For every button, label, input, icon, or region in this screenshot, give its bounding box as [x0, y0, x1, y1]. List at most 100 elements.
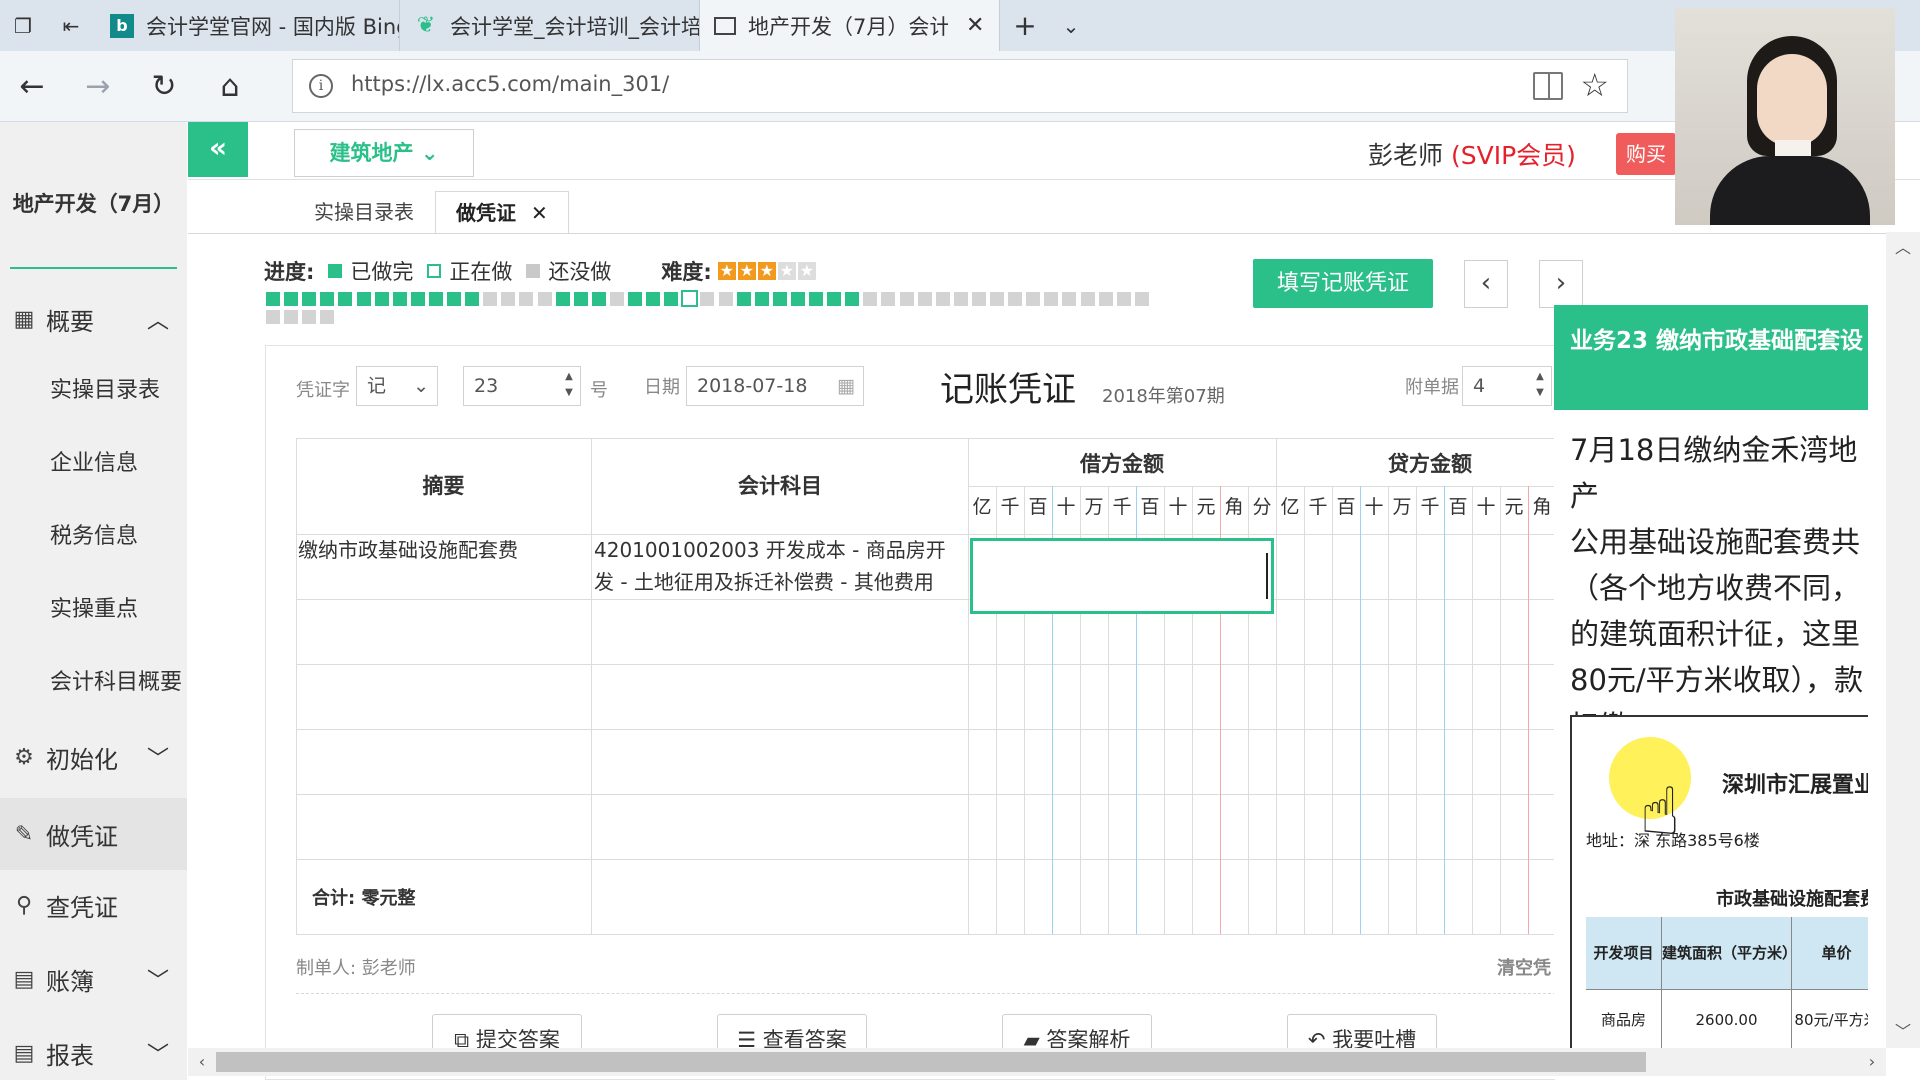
- chevron-right-icon[interactable]: ›: [1860, 1048, 1884, 1076]
- entry-account-line2[interactable]: 发 - 土地征用及拆迁补偿费 - 其他费用: [594, 566, 934, 598]
- buy-button[interactable]: 购买: [1616, 133, 1676, 175]
- progress-cell[interactable]: [284, 292, 299, 306]
- sidebar-item-query-voucher[interactable]: ⚲ 查凭证: [0, 869, 187, 941]
- progress-cell[interactable]: [447, 292, 461, 306]
- horizontal-scrollbar[interactable]: ‹ ›: [188, 1048, 1886, 1076]
- progress-cell[interactable]: [410, 292, 425, 306]
- progress-cell[interactable]: [519, 292, 534, 306]
- progress-cell[interactable]: [845, 292, 860, 306]
- chevron-left-icon[interactable]: ‹: [190, 1048, 214, 1076]
- reading-view-icon[interactable]: [1533, 72, 1563, 100]
- progress-cell[interactable]: [881, 292, 896, 306]
- sidebar-subitem-company[interactable]: 企业信息: [0, 428, 187, 500]
- progress-cell[interactable]: [1116, 292, 1131, 306]
- progress-cell[interactable]: [628, 292, 642, 306]
- progress-cell[interactable]: [1134, 292, 1149, 306]
- progress-cell[interactable]: [790, 292, 805, 306]
- progress-cell[interactable]: [700, 292, 715, 306]
- tab-catalog[interactable]: 实操目录表: [294, 191, 434, 234]
- progress-cell[interactable]: [302, 310, 317, 324]
- progress-cell[interactable]: [1080, 292, 1095, 306]
- refresh-icon[interactable]: ↻: [146, 69, 182, 105]
- progress-cell[interactable]: [809, 292, 823, 306]
- entry-summary[interactable]: 缴纳市政基础设施配套费: [298, 534, 518, 566]
- progress-cell[interactable]: [573, 292, 588, 306]
- new-tab-icon[interactable]: +: [1012, 12, 1038, 40]
- calendar-icon[interactable]: ▦: [837, 367, 855, 405]
- back-icon[interactable]: ←: [14, 69, 50, 105]
- browser-tab-active[interactable]: 地产开发（7月）会计做 ✕: [700, 0, 1000, 51]
- prev-button[interactable]: ‹: [1464, 260, 1508, 308]
- progress-cell[interactable]: [1026, 292, 1041, 306]
- progress-cell[interactable]: [374, 292, 389, 306]
- browser-tab-bing[interactable]: b 会计学堂官网 - 国内版 Bing: [96, 0, 400, 51]
- progress-cell[interactable]: [356, 292, 371, 306]
- sidebar-item-make-voucher[interactable]: ✎ 做凭证: [0, 798, 187, 870]
- progress-cell[interactable]: [718, 292, 733, 306]
- progress-cell[interactable]: [899, 292, 914, 306]
- progress-cell[interactable]: [266, 292, 280, 306]
- date-input[interactable]: 2018-07-18 ▦: [686, 366, 864, 406]
- progress-cell[interactable]: [465, 292, 480, 306]
- sidebar-subitem-accounts[interactable]: 会计科目概要: [0, 647, 187, 719]
- fill-voucher-button[interactable]: 填写记账凭证: [1253, 259, 1433, 308]
- progress-cell[interactable]: [736, 292, 751, 306]
- sidebar-item-init[interactable]: ⚙ 初始化 ﹀: [0, 721, 187, 793]
- progress-cell[interactable]: [591, 292, 606, 306]
- scroll-thumb[interactable]: [216, 1052, 1646, 1072]
- next-button[interactable]: ›: [1539, 260, 1583, 308]
- progress-cell[interactable]: [971, 292, 986, 306]
- close-tab-icon[interactable]: ✕: [966, 13, 984, 38]
- chevron-down-icon[interactable]: ﹀: [1886, 1020, 1920, 1044]
- collapse-sidebar-button[interactable]: «: [188, 122, 248, 177]
- sidebar-item-ledger[interactable]: ▤ 账簿 ﹀: [0, 943, 187, 1015]
- progress-cell[interactable]: [302, 292, 317, 306]
- attachment-count-stepper[interactable]: 4 ▲ ▼: [1462, 366, 1552, 406]
- progress-cell[interactable]: [953, 292, 968, 306]
- progress-cell[interactable]: [1044, 292, 1059, 306]
- progress-cell[interactable]: [935, 292, 950, 306]
- url-text[interactable]: https://lx.acc5.com/main_301/: [351, 72, 669, 96]
- vertical-scrollbar[interactable]: ︿ ﹀: [1886, 232, 1920, 1048]
- progress-cell[interactable]: [646, 292, 661, 306]
- tab-list-icon[interactable]: ❐: [10, 13, 36, 39]
- info-icon[interactable]: i: [309, 74, 333, 98]
- progress-cell[interactable]: [772, 292, 787, 306]
- progress-cell[interactable]: [284, 310, 299, 324]
- progress-cell[interactable]: [681, 290, 699, 307]
- progress-cell[interactable]: [266, 310, 280, 324]
- progress-cell[interactable]: [990, 292, 1004, 306]
- progress-cell[interactable]: [428, 292, 443, 306]
- progress-cell[interactable]: [609, 292, 624, 306]
- chevron-up-icon[interactable]: ︿: [1886, 236, 1920, 260]
- progress-cell[interactable]: [1008, 292, 1023, 306]
- voucher-number-stepper[interactable]: 23 ▲ ▼: [463, 366, 581, 406]
- progress-cell[interactable]: [501, 292, 516, 306]
- sidebar-subitem-catalog[interactable]: 实操目录表: [0, 355, 187, 427]
- progress-cell[interactable]: [863, 292, 878, 306]
- stepper-arrows-icon[interactable]: ▲ ▼: [1531, 369, 1549, 403]
- sidebar-item-report[interactable]: ▤ 报表 ﹀: [0, 1017, 187, 1080]
- progress-cell[interactable]: [320, 310, 335, 324]
- sidebar-subitem-tax[interactable]: 税务信息: [0, 501, 187, 573]
- tab-back-icon[interactable]: ⇤: [58, 13, 84, 39]
- progress-cell[interactable]: [537, 292, 552, 306]
- tab-make-voucher[interactable]: 做凭证 ✕: [435, 191, 569, 234]
- sidebar-item-overview[interactable]: ▦ 概要 ︿: [0, 283, 187, 355]
- progress-cell[interactable]: [392, 292, 407, 306]
- home-icon[interactable]: ⌂: [212, 69, 248, 105]
- progress-cell[interactable]: [320, 292, 335, 306]
- progress-cell[interactable]: [1098, 292, 1113, 306]
- progress-cell[interactable]: [827, 292, 842, 306]
- close-icon[interactable]: ✕: [531, 201, 548, 225]
- debit-amount-input[interactable]: [970, 538, 1274, 614]
- progress-cell[interactable]: [338, 292, 353, 306]
- module-select[interactable]: 建筑地产 ⌄: [294, 129, 474, 177]
- progress-cell[interactable]: [1062, 292, 1077, 306]
- clear-voucher-link[interactable]: 清空凭: [1497, 954, 1551, 980]
- progress-cell[interactable]: [664, 292, 679, 306]
- progress-cell[interactable]: [555, 292, 570, 306]
- chevron-down-icon[interactable]: ⌄: [1058, 13, 1084, 39]
- progress-cell[interactable]: [754, 292, 769, 306]
- forward-icon[interactable]: →: [80, 69, 116, 105]
